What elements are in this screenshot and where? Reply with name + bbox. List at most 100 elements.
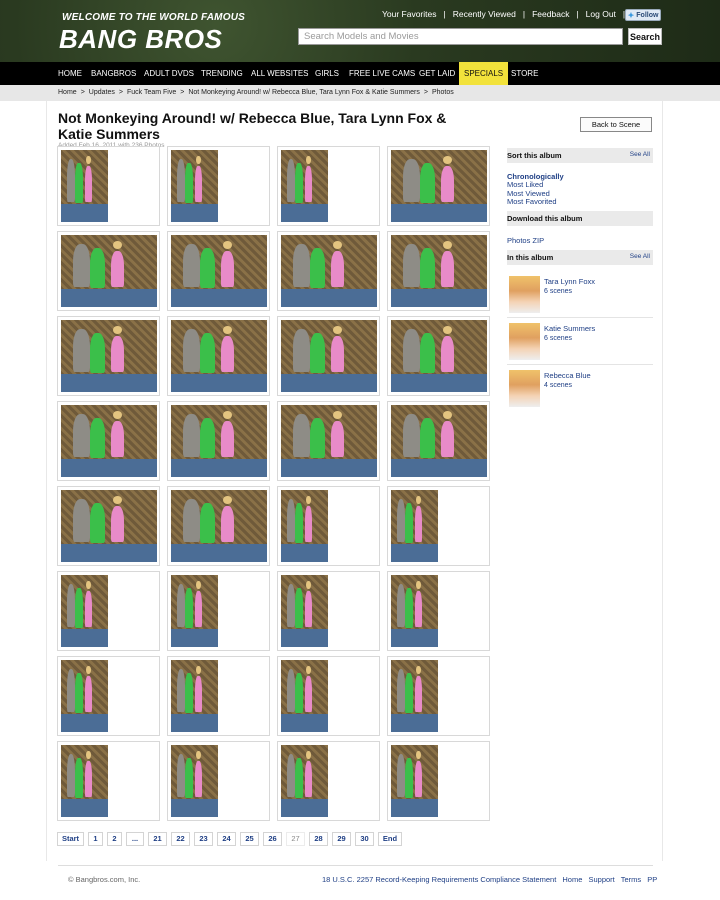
pagination-end[interactable]: End [378,832,402,846]
pagination-page-24[interactable]: 24 [217,832,236,846]
footer-terms-link[interactable]: Terms [621,875,641,884]
photos-zip-link[interactable]: Photos ZIP [507,236,544,245]
gallery-thumbnail[interactable] [167,401,270,481]
gallery-thumbnail[interactable] [277,401,380,481]
pagination-page-22[interactable]: 22 [171,832,190,846]
gallery-thumbnail[interactable] [387,231,490,311]
performer-scene-count[interactable]: 6 scenes [544,288,572,295]
gallery-thumbnail[interactable] [57,231,160,311]
pagination-page-23[interactable]: 23 [194,832,213,846]
performer-item[interactable]: Katie Summers 6 scenes [507,321,653,365]
gallery-thumbnail[interactable] [277,571,380,651]
gallery-photo[interactable] [391,320,487,392]
gallery-photo[interactable] [171,745,218,817]
nav-item-specials[interactable]: SPECIALS [459,62,509,85]
gallery-photo[interactable] [391,235,487,307]
nav-item-home[interactable]: HOME [58,62,82,85]
breadcrumb-scene[interactable]: Not Monkeying Around! w/ Rebecca Blue, T… [188,89,420,96]
footer-home-link[interactable]: Home [562,875,582,884]
gallery-photo[interactable] [281,405,377,477]
gallery-thumbnail[interactable] [57,486,160,566]
gallery-thumbnail[interactable] [277,656,380,736]
footer-pp-link[interactable]: PP [647,875,657,884]
gallery-thumbnail[interactable] [57,571,160,651]
gallery-thumbnail[interactable] [167,571,270,651]
performer-avatar[interactable] [509,370,540,407]
gallery-photo[interactable] [281,660,328,732]
gallery-photo[interactable] [171,235,267,307]
twitter-follow-button[interactable]: ✦ Follow [625,9,661,21]
gallery-thumbnail[interactable] [167,316,270,396]
gallery-photo[interactable] [61,490,157,562]
pagination-page-29[interactable]: 29 [332,832,351,846]
sort-option-most-favorited[interactable]: Most Favorited [507,197,557,206]
gallery-photo[interactable] [61,745,108,817]
gallery-photo[interactable] [281,150,328,222]
gallery-thumbnail[interactable] [57,741,160,821]
gallery-photo[interactable] [281,575,328,647]
gallery-photo[interactable] [281,490,328,562]
gallery-thumbnail[interactable] [387,571,490,651]
gallery-thumbnail[interactable] [57,656,160,736]
nav-item-girls[interactable]: GIRLS [315,62,339,85]
nav-item-trending[interactable]: TRENDING [201,62,243,85]
recently-viewed-link[interactable]: Recently Viewed [453,9,516,19]
gallery-photo[interactable] [391,745,438,817]
performer-name[interactable]: Katie Summers [544,324,595,333]
footer-2257-link[interactable]: 18 U.S.C. 2257 Record-Keeping Requiremen… [322,875,556,884]
performer-name[interactable]: Tara Lynn Foxx [544,277,595,286]
nav-item-all-websites[interactable]: ALL WEBSITES [251,62,309,85]
pagination-page-1[interactable]: 1 [88,832,103,846]
pagination-page-21[interactable]: 21 [148,832,167,846]
gallery-thumbnail[interactable] [387,316,490,396]
gallery-thumbnail[interactable] [387,741,490,821]
gallery-photo[interactable] [61,575,108,647]
nav-item-store[interactable]: STORE [511,62,538,85]
gallery-thumbnail[interactable] [387,146,490,226]
gallery-photo[interactable] [171,490,267,562]
gallery-photo[interactable] [281,235,377,307]
pagination-page-2[interactable]: 2 [107,832,122,846]
breadcrumb-updates[interactable]: Updates [89,89,115,96]
gallery-thumbnail[interactable] [167,656,270,736]
pagination-page-30[interactable]: 30 [355,832,374,846]
your-favorites-link[interactable]: Your Favorites [382,9,437,19]
gallery-thumbnail[interactable] [387,486,490,566]
gallery-thumbnail[interactable] [277,231,380,311]
gallery-thumbnail[interactable] [387,401,490,481]
pagination-page-25[interactable]: 25 [240,832,259,846]
gallery-photo[interactable] [171,575,218,647]
gallery-thumbnail[interactable] [57,316,160,396]
gallery-thumbnail[interactable] [167,231,270,311]
gallery-photo[interactable] [61,320,157,392]
gallery-photo[interactable] [61,235,157,307]
gallery-thumbnail[interactable] [277,741,380,821]
performer-avatar[interactable] [509,323,540,360]
search-input[interactable] [298,28,623,45]
gallery-thumbnail[interactable] [277,146,380,226]
back-to-scene-button[interactable]: Back to Scene [580,117,652,132]
gallery-photo[interactable] [171,320,267,392]
nav-item-get-laid[interactable]: GET LAID [419,62,455,85]
gallery-photo[interactable] [171,660,218,732]
gallery-thumbnail[interactable] [277,316,380,396]
gallery-photo[interactable] [281,745,328,817]
gallery-photo[interactable] [391,660,438,732]
footer-support-link[interactable]: Support [589,875,615,884]
gallery-thumbnail[interactable] [167,146,270,226]
gallery-photo[interactable] [391,490,438,562]
site-logo[interactable]: BANG BROS [59,24,222,55]
gallery-thumbnail[interactable] [387,656,490,736]
nav-item-adult-dvds[interactable]: ADULT DVDS [144,62,194,85]
pagination-page-28[interactable]: 28 [309,832,328,846]
gallery-photo[interactable] [391,405,487,477]
feedback-link[interactable]: Feedback [532,9,569,19]
gallery-photo[interactable] [281,320,377,392]
sort-option-most-liked[interactable]: Most Liked [507,180,543,189]
performer-scene-count[interactable]: 6 scenes [544,335,572,342]
gallery-thumbnail[interactable] [167,741,270,821]
performer-name[interactable]: Rebecca Blue [544,371,591,380]
sort-see-all-link[interactable]: See All [630,151,650,158]
gallery-thumbnail[interactable] [57,146,160,226]
gallery-photo[interactable] [171,150,218,222]
